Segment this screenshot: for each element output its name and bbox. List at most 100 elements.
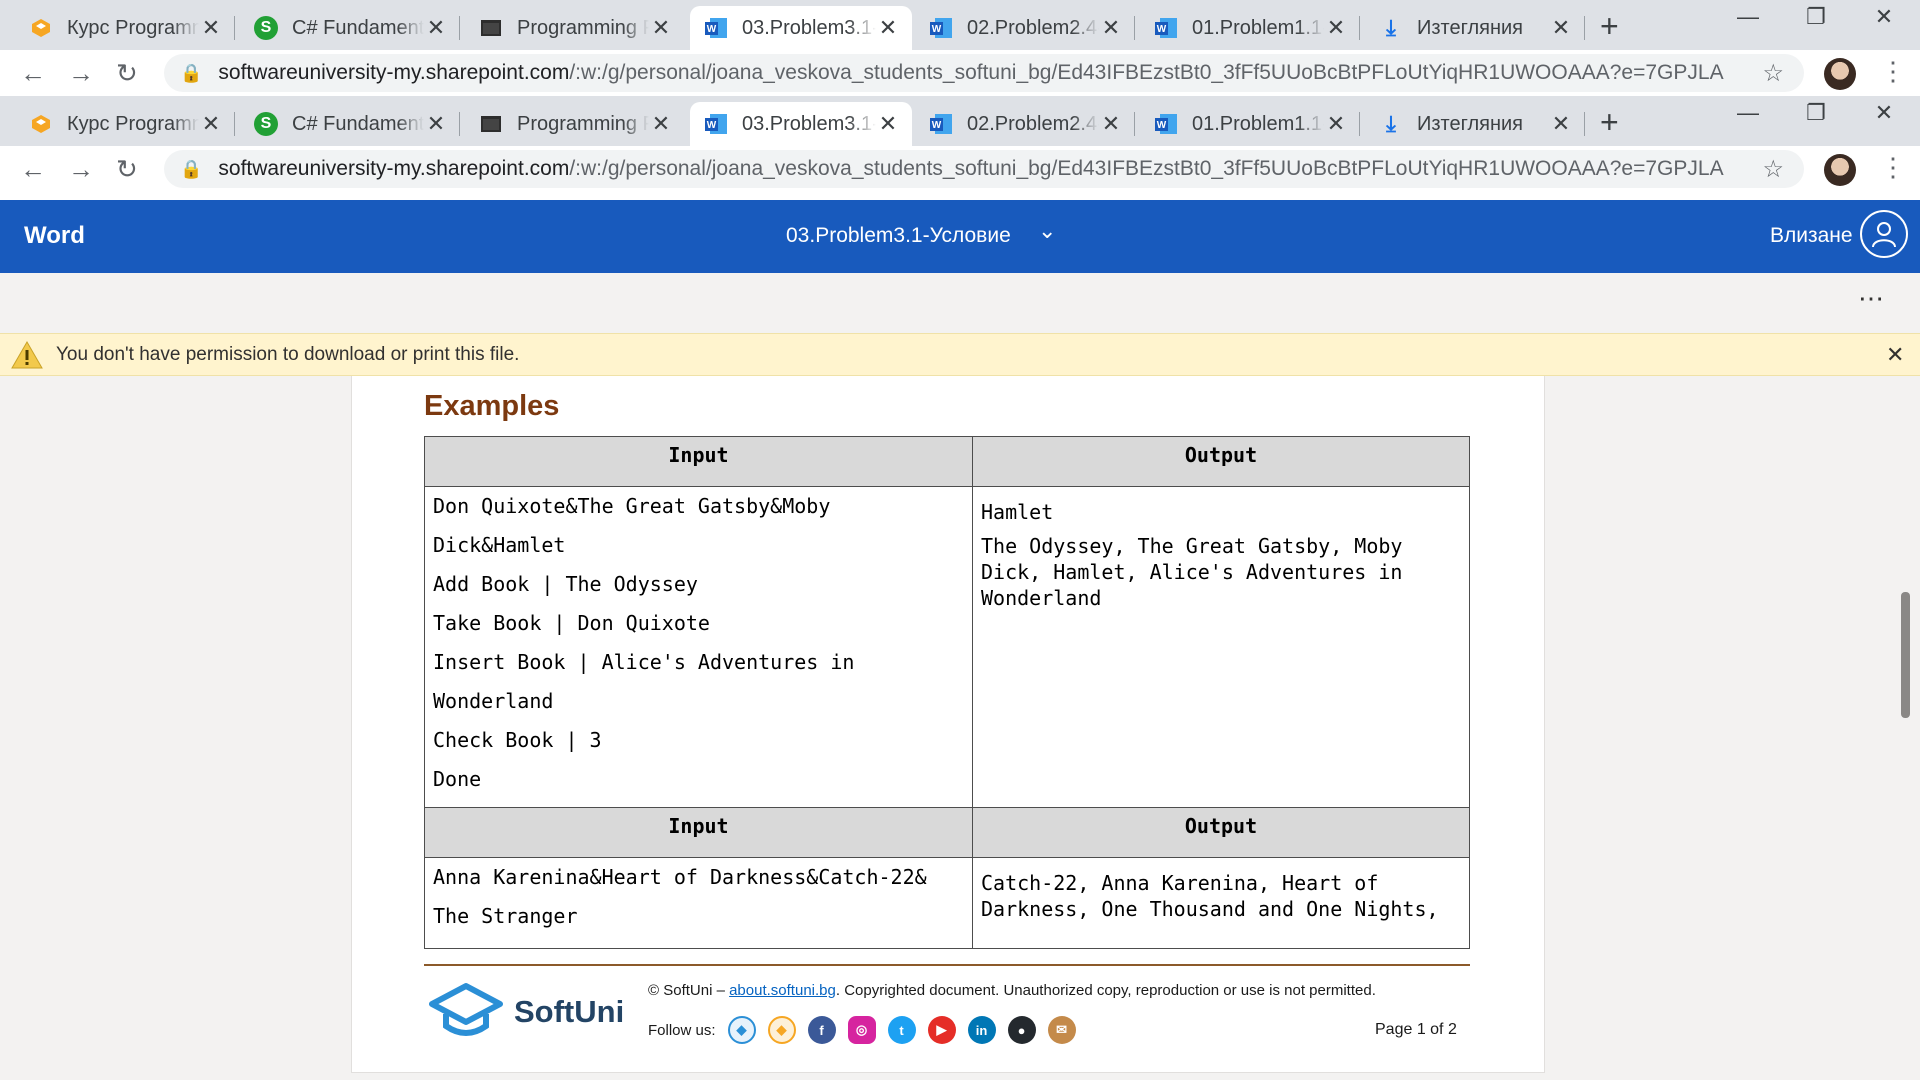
tab-programming-fundamentals[interactable]: Programming Fundamentals ✕ <box>465 102 685 146</box>
output-header: Output <box>972 436 1470 487</box>
close-tab-icon[interactable]: ✕ <box>424 15 448 41</box>
tab-programming-basics[interactable]: Курс Programming Basics ✕ <box>15 6 235 50</box>
close-tab-icon[interactable]: ✕ <box>1324 15 1348 41</box>
table-header-row: Input Output <box>424 807 1470 858</box>
profile-avatar[interactable] <box>1824 154 1856 186</box>
minimize-icon[interactable]: — <box>1718 100 1778 126</box>
close-tab-icon[interactable]: ✕ <box>199 111 223 137</box>
tab-problem-2-4[interactable]: W 02.Problem2.4-Условие ✕ <box>915 102 1135 146</box>
close-icon[interactable]: ✕ <box>1886 342 1904 368</box>
tab-programming-fundamentals[interactable]: Programming Fundamentals ✕ <box>465 6 685 50</box>
softuni-logo: SoftUni <box>428 982 624 1042</box>
linkedin-icon[interactable]: in <box>967 1016 996 1044</box>
browser-menu-icon[interactable]: ⋮ <box>1880 56 1906 87</box>
close-tab-icon[interactable]: ✕ <box>424 111 448 137</box>
restore-icon[interactable]: ❐ <box>1786 4 1846 30</box>
input-line: Take Book | Don Quixote <box>433 611 710 635</box>
output-line: Catch-22, Anna Karenina, Heart of <box>981 871 1379 895</box>
back-icon[interactable]: ← <box>20 58 46 89</box>
new-tab-icon[interactable]: + <box>1600 8 1619 45</box>
input-line: Don Quixote&The Great Gatsby&Moby <box>433 494 831 518</box>
forward-icon[interactable]: → <box>68 154 94 185</box>
document-page: Examples Input Output Don Quixote&The Gr… <box>351 376 1545 1073</box>
input-line: The Stranger <box>433 904 578 928</box>
tab-downloads[interactable]: ⤓ Изтегляния ✕ <box>1365 6 1585 50</box>
close-tab-icon[interactable]: ✕ <box>649 15 673 41</box>
tab-downloads[interactable]: ⤓ Изтегляния ✕ <box>1365 102 1585 146</box>
lock-icon: 🔒 <box>180 62 203 83</box>
sign-in-link[interactable]: Влизане <box>1770 224 1853 248</box>
softuni-foundation-icon[interactable]: ◆ <box>767 1016 796 1044</box>
close-tab-icon[interactable]: ✕ <box>1549 111 1573 137</box>
chevron-down-icon[interactable]: ⌄ <box>1038 218 1056 244</box>
about-softuni-link[interactable]: about.softuni.bg <box>729 982 836 999</box>
close-tab-icon[interactable]: ✕ <box>649 111 673 137</box>
tab-problem-2-4[interactable]: W 02.Problem2.4-Условие ✕ <box>915 6 1135 50</box>
github-icon[interactable]: ● <box>1007 1016 1036 1044</box>
tab-problem-1-1[interactable]: W 01.Problem1.1-Условие ✕ <box>1140 102 1360 146</box>
svg-text:W: W <box>1157 24 1167 35</box>
close-window-icon[interactable]: ✕ <box>1854 4 1914 30</box>
app-name[interactable]: Word <box>24 222 85 250</box>
tab-programming-basics[interactable]: Курс Programming Basics ✕ <box>15 102 235 146</box>
input-line: Anna Karenina&Heart of Darkness&Catch-22… <box>433 865 927 889</box>
softuni-icon[interactable]: ◆ <box>727 1016 756 1044</box>
word-icon: W <box>929 16 953 40</box>
softuni-green-s-icon: S <box>254 112 278 136</box>
examples-table: Input Output Don Quixote&The Great Gatsb… <box>424 436 1470 949</box>
word-icon: W <box>1154 16 1178 40</box>
close-tab-icon[interactable]: ✕ <box>876 15 900 41</box>
youtube-icon[interactable]: ▶ <box>927 1016 956 1044</box>
notice-message: You don't have permission to download or… <box>56 343 520 365</box>
close-tab-icon[interactable]: ✕ <box>1099 15 1123 41</box>
browser-window-bottom: Курс Programming Basics ✕ S C# Fundament… <box>0 96 1920 200</box>
reload-icon[interactable]: ↻ <box>116 154 138 185</box>
softuni-orange-icon <box>29 16 53 40</box>
mail-icon[interactable]: ✉ <box>1047 1016 1076 1044</box>
close-tab-icon[interactable]: ✕ <box>1099 111 1123 137</box>
close-tab-icon[interactable]: ✕ <box>199 15 223 41</box>
url-input[interactable]: 🔒 softwareuniversity-my.sharepoint.com/:… <box>164 150 1804 188</box>
scrollbar-thumb[interactable] <box>1901 592 1910 718</box>
browser-menu-icon[interactable]: ⋮ <box>1880 152 1906 183</box>
example1-input-cell: Don Quixote&The Great Gatsby&Moby Dick&H… <box>424 486 973 808</box>
forward-icon[interactable]: → <box>68 58 94 89</box>
input-line: Add Book | The Odyssey <box>433 572 698 596</box>
tab-csharp-fundamentals[interactable]: S C# Fundamentals ✕ <box>240 102 460 146</box>
svg-text:W: W <box>707 120 717 131</box>
follow-us-label: Follow us: <box>648 1021 716 1039</box>
warning-icon <box>10 340 44 370</box>
twitter-icon[interactable]: t <box>887 1016 916 1044</box>
minimize-icon[interactable]: — <box>1718 4 1778 30</box>
bookmark-star-icon[interactable]: ☆ <box>1762 59 1784 88</box>
user-icon[interactable] <box>1860 210 1908 258</box>
tab-problem-3-1[interactable]: W 03.Problem3.1-Условие ✕ <box>690 102 912 146</box>
input-line: Insert Book | Alice's Adventures in <box>433 650 855 674</box>
table-row: Don Quixote&The Great Gatsby&Moby Dick&H… <box>424 486 1470 808</box>
follow-us-row: Follow us: ◆ ◆ f ◎ t ▶ in ● ✉ <box>648 1016 1076 1044</box>
tab-problem-3-1[interactable]: W 03.Problem3.1-Условие ✕ <box>690 6 912 50</box>
close-tab-icon[interactable]: ✕ <box>876 111 900 137</box>
new-tab-icon[interactable]: + <box>1600 104 1619 141</box>
restore-icon[interactable]: ❐ <box>1786 100 1846 126</box>
facebook-icon[interactable]: f <box>807 1016 836 1044</box>
bookmark-star-icon[interactable]: ☆ <box>1762 155 1784 184</box>
reload-icon[interactable]: ↻ <box>116 58 138 89</box>
instagram-icon[interactable]: ◎ <box>847 1016 876 1044</box>
input-line: Wonderland <box>433 689 554 713</box>
tab-csharp-fundamentals[interactable]: S C# Fundamentals ✕ <box>240 6 460 50</box>
document-title[interactable]: 03.Problem3.1-Условие <box>786 224 1011 248</box>
softuni-orange-icon <box>29 112 53 136</box>
profile-avatar[interactable] <box>1824 58 1856 90</box>
more-options-icon[interactable]: ⋯ <box>1858 283 1884 314</box>
terminal-icon <box>479 16 503 40</box>
back-icon[interactable]: ← <box>20 154 46 185</box>
close-tab-icon[interactable]: ✕ <box>1324 111 1348 137</box>
close-tab-icon[interactable]: ✕ <box>1549 15 1573 41</box>
page-number: Page 1 of 2 <box>1375 1021 1457 1038</box>
close-window-icon[interactable]: ✕ <box>1854 100 1914 126</box>
tab-problem-1-1[interactable]: W 01.Problem1.1-Условие ✕ <box>1140 6 1360 50</box>
output-line: Dick, Hamlet, Alice's Adventures in <box>981 560 1403 584</box>
url-input[interactable]: 🔒 softwareuniversity-my.sharepoint.com/:… <box>164 54 1804 92</box>
word-icon: W <box>704 16 728 40</box>
